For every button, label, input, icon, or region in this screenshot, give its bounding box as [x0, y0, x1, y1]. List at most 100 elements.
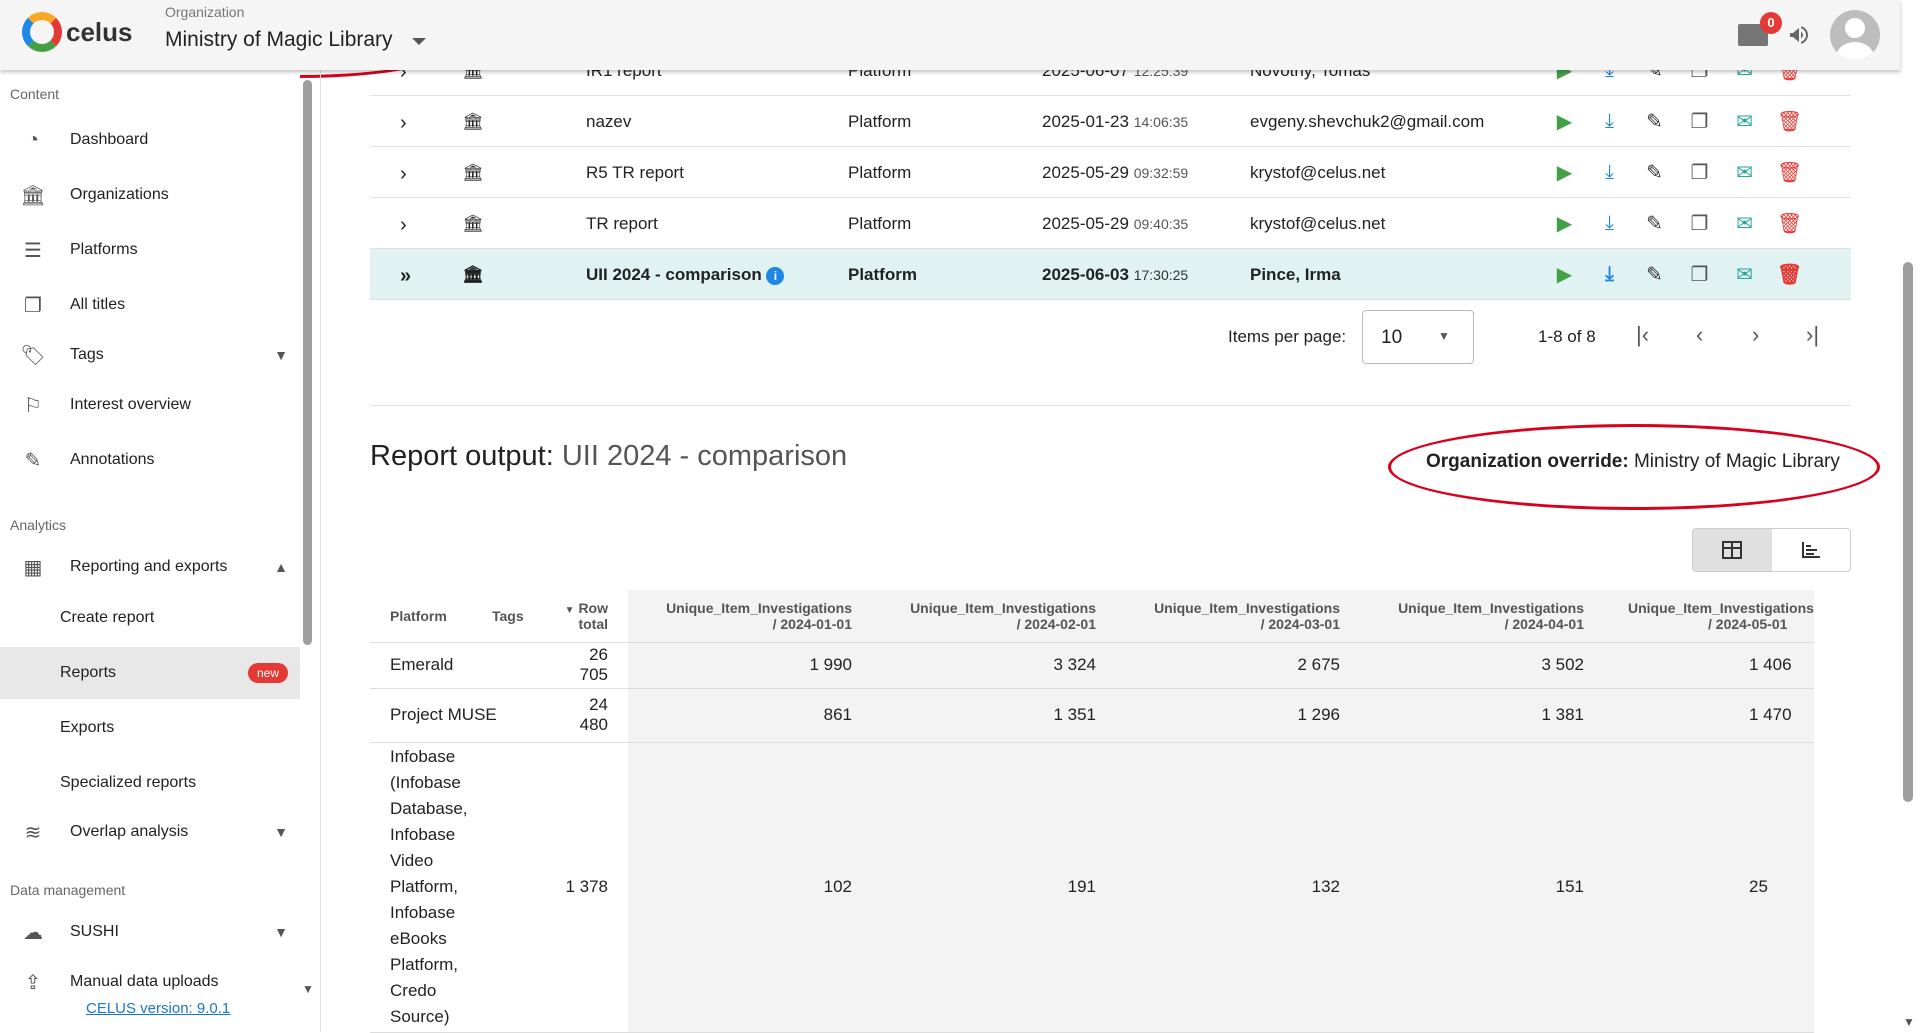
scroll-down-icon[interactable]: ▼: [302, 982, 314, 996]
scroll-down-icon[interactable]: ▼: [1903, 1015, 1915, 1029]
table-view-button[interactable]: [1693, 529, 1772, 571]
report-name[interactable]: UII 2024 - comparison i: [586, 265, 785, 285]
organization-select[interactable]: Ministry of Magic Library: [165, 28, 393, 52]
page-scrollbar[interactable]: [1903, 262, 1913, 802]
col-uii-2024-05[interactable]: Unique_Item_Investigations/ 2024-05-01: [1604, 590, 1814, 643]
copy-icon[interactable]: ❐: [1687, 262, 1712, 286]
megaphone-icon[interactable]: [1786, 23, 1812, 47]
sidebar-item-reporting[interactable]: ▦ Reporting and exports ▲: [0, 542, 300, 592]
chevron-down-icon: ▼: [274, 347, 288, 363]
cell-value: 1 990: [628, 642, 872, 689]
delete-icon[interactable]: 🗑: [1777, 109, 1802, 133]
cell-value: 861: [628, 688, 872, 743]
delete-icon[interactable]: 🗑: [1777, 262, 1802, 286]
user-avatar[interactable]: [1830, 10, 1880, 60]
run-icon[interactable]: ▶: [1552, 160, 1577, 184]
section-data-management: Data management: [10, 882, 126, 898]
sidebar-item-all-titles[interactable]: ❐ All titles: [0, 280, 300, 330]
sidebar-scrollbar[interactable]: [303, 80, 312, 645]
col-uii-2024-01[interactable]: Unique_Item_Investigations/ 2024-01-01: [628, 590, 872, 643]
next-page-icon[interactable]: ›: [1752, 322, 1759, 348]
edit-icon[interactable]: ✎: [1642, 160, 1667, 184]
chevron-right-icon[interactable]: ›: [400, 163, 407, 186]
brush-icon: ✎: [24, 449, 42, 472]
caret-down-icon[interactable]: [412, 38, 426, 45]
col-uii-2024-03[interactable]: Unique_Item_Investigations/ 2024-03-01: [1116, 590, 1360, 643]
sort-down-icon: ▼: [564, 604, 575, 616]
sidebar-item-sushi[interactable]: ☁ SUSHI ▼: [0, 907, 300, 957]
run-icon[interactable]: ▶: [1552, 262, 1577, 286]
col-platform[interactable]: Platform: [370, 590, 492, 643]
sidebar-item-platforms[interactable]: ☰ Platforms: [0, 225, 300, 275]
col-uii-2024-02[interactable]: Unique_Item_Investigations/ 2024-02-01: [872, 590, 1116, 643]
version-link[interactable]: CELUS version: 9.0.1: [86, 1000, 230, 1017]
edit-icon[interactable]: ✎: [1642, 109, 1667, 133]
chart-view-button[interactable]: [1772, 529, 1851, 571]
run-icon[interactable]: ▶: [1552, 109, 1577, 133]
email-icon[interactable]: ✉: [1732, 211, 1757, 235]
double-chevron-right-icon[interactable]: »: [400, 265, 411, 288]
col-tags[interactable]: Tags: [492, 590, 562, 643]
last-page-icon[interactable]: ›|: [1806, 322, 1819, 348]
report-row[interactable]: » 🏛 UII 2024 - comparison i Platform 2025-06…: [370, 249, 1851, 300]
report-name[interactable]: TR report: [586, 214, 658, 234]
dashboard-icon: ◔: [26, 128, 40, 151]
delete-icon[interactable]: 🗑: [1777, 160, 1802, 184]
celus-logo[interactable]: celus: [22, 12, 133, 52]
sidebar-item-reports[interactable]: Reports new: [0, 647, 300, 699]
run-icon[interactable]: ▶: [1552, 211, 1577, 235]
cell-value: 3 324: [872, 642, 1116, 689]
sidebar-divider: [320, 70, 321, 1032]
bar-chart-icon: [1801, 542, 1820, 558]
notifications-mail-icon[interactable]: 0: [1738, 12, 1782, 46]
email-icon[interactable]: ✉: [1732, 262, 1757, 286]
copy-icon[interactable]: ❐: [1687, 211, 1712, 235]
copy-icon[interactable]: ❐: [1687, 109, 1712, 133]
sidebar-item-create-report[interactable]: Create report: [0, 592, 300, 644]
sidebar-item-dashboard[interactable]: ◔ Dashboard: [0, 115, 300, 165]
col-title: Unique_Item_Investigations: [1628, 599, 1814, 616]
chevron-right-icon[interactable]: ›: [400, 214, 407, 237]
download-icon[interactable]: ⤓: [1597, 262, 1622, 286]
download-icon[interactable]: ⤓: [1597, 211, 1622, 235]
report-row[interactable]: › 🏛 nazev Platform 2025-01-23 14:06:35 evgeny…: [370, 96, 1851, 147]
organization-label: Organization: [165, 4, 245, 20]
col-title: Unique_Item_Investigations: [910, 599, 1096, 616]
edit-icon[interactable]: ✎: [1642, 211, 1667, 235]
col-row-total[interactable]: ▼ Row total: [562, 590, 628, 643]
bank-icon: 🏛: [462, 112, 484, 131]
prev-page-icon[interactable]: ‹: [1696, 322, 1703, 348]
bank-icon: 🏛: [462, 163, 484, 182]
cell-value: 102: [628, 742, 872, 1033]
info-icon[interactable]: i: [766, 266, 785, 285]
sidebar-item-annotations[interactable]: ✎ Annotations: [0, 435, 300, 485]
download-icon[interactable]: ⤓: [1597, 160, 1622, 184]
email-icon[interactable]: ✉: [1732, 160, 1757, 184]
sidebar-item-specialized[interactable]: Specialized reports: [0, 757, 300, 809]
report-name[interactable]: R5 TR report: [586, 163, 684, 183]
report-owner: krystof@celus.net: [1250, 163, 1386, 182]
copy-icon[interactable]: ❐: [1687, 160, 1712, 184]
sidebar-item-tags[interactable]: 🏷 Tags ▼: [0, 330, 300, 380]
edit-icon[interactable]: ✎: [1642, 262, 1667, 286]
cell-value: 151: [1360, 742, 1604, 1033]
delete-icon[interactable]: 🗑: [1777, 211, 1802, 235]
table-row: Project MUSE 24 480 861 1 351 1 296 1 381 1 47…: [370, 688, 1814, 743]
download-icon[interactable]: ⤓: [1597, 109, 1622, 133]
report-output-label: Report output:: [370, 440, 554, 472]
date-text: 2025-05-29: [1042, 214, 1129, 233]
sidebar-item-interest[interactable]: ⚐ Interest overview: [0, 380, 300, 430]
chevron-right-icon[interactable]: ›: [400, 112, 407, 135]
items-per-page-select[interactable]: 10 ▼: [1362, 310, 1474, 364]
email-icon[interactable]: ✉: [1732, 109, 1757, 133]
report-row[interactable]: › 🏛 R5 TR report Platform 2025-05-29 09:32:5…: [370, 147, 1851, 198]
sidebar-item-exports[interactable]: Exports: [0, 702, 300, 754]
upload-icon: ⇪: [24, 971, 42, 994]
cell-value: 1 470: [1604, 688, 1814, 743]
sidebar-item-overlap[interactable]: ≋ Overlap analysis ▼: [0, 807, 300, 857]
report-row[interactable]: › 🏛 TR report Platform 2025-05-29 09:40:35 kr…: [370, 198, 1851, 249]
sidebar-item-organizations[interactable]: 🏛 Organizations: [0, 170, 300, 220]
col-uii-2024-04[interactable]: Unique_Item_Investigations/ 2024-04-01: [1360, 590, 1604, 643]
first-page-icon[interactable]: |‹: [1636, 322, 1649, 348]
report-name[interactable]: nazev: [586, 112, 631, 132]
